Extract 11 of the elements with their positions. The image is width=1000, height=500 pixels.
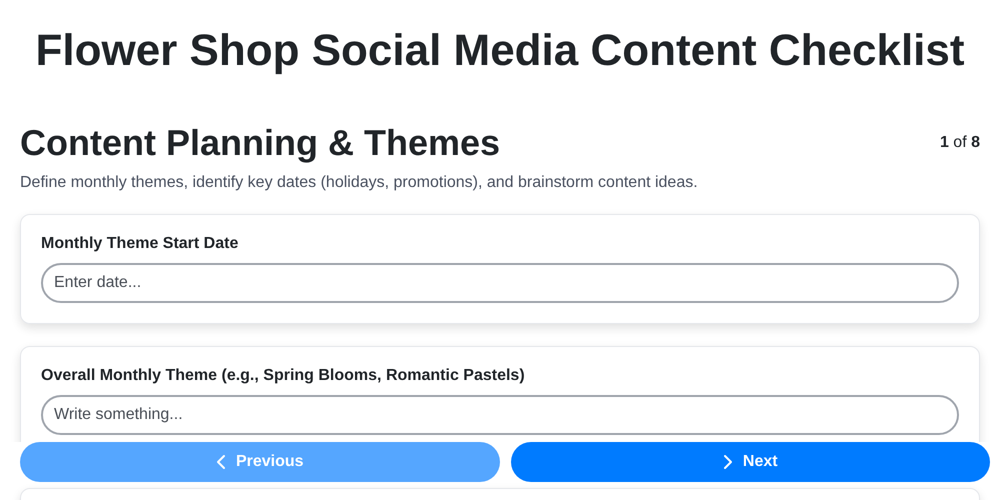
next-button[interactable]: Next	[510, 442, 990, 482]
field-label: Overall Monthly Theme (e.g., Spring Blooms, Romantic Pastels)	[41, 367, 526, 385]
page-title: Flower Shop Social Media Content Checklist	[34, 25, 966, 76]
input-field[interactable]: Enter date...	[41, 263, 959, 303]
page-indicator: 1 of 8	[940, 134, 980, 152]
section-description: Define monthly themes, identify key dates (holidays, promotions), and brainstorm content ideas.	[20, 174, 699, 192]
section-heading: Content Planning & Themes	[20, 122, 500, 164]
chevron-left-icon	[216, 454, 226, 470]
chevron-right-icon	[722, 454, 733, 470]
field-label: Monthly Theme Start Date	[41, 235, 240, 253]
input-field[interactable]: Write something...	[41, 395, 959, 435]
